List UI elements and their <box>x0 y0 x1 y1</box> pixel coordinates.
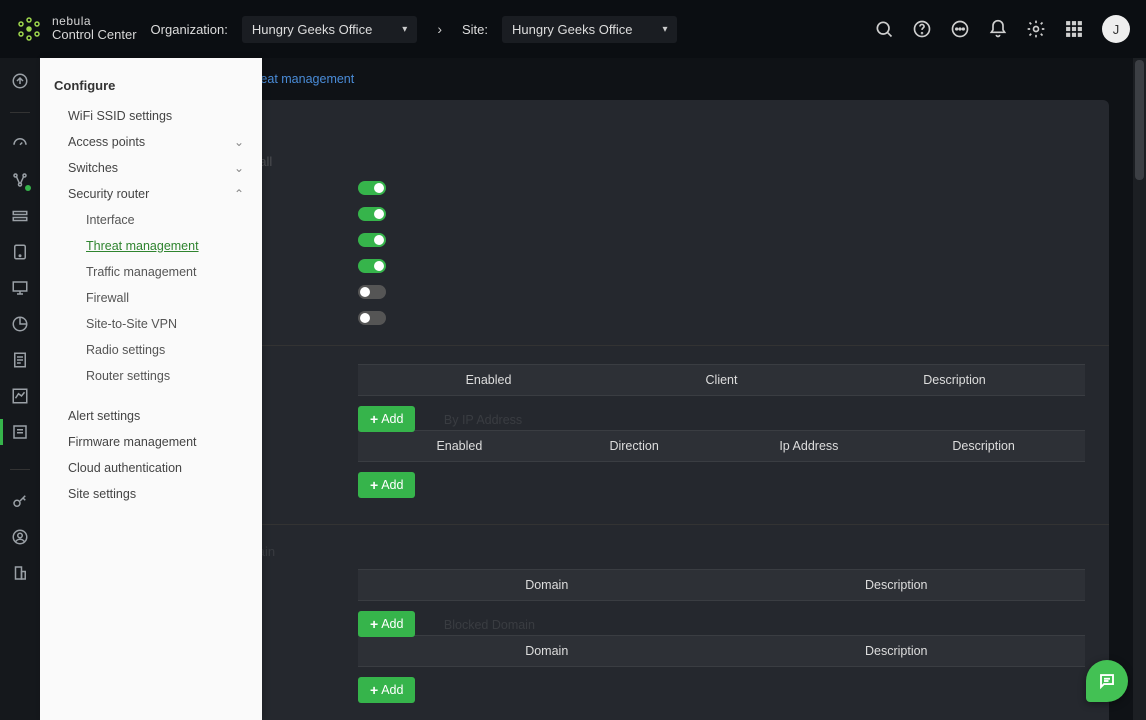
devices-icon[interactable] <box>11 207 29 225</box>
user-icon[interactable] <box>11 528 29 546</box>
plus-icon: + <box>370 683 378 697</box>
chevron-right-icon[interactable]: › <box>431 21 448 37</box>
scrollbar[interactable] <box>1133 58 1146 720</box>
by-ip-label: By IP Address <box>420 413 690 427</box>
configure-icon[interactable] <box>11 423 29 441</box>
monitor-icon[interactable] <box>11 279 29 297</box>
sidebar-item-access-points[interactable]: Access points⌄ <box>40 129 262 155</box>
apps-grid-icon[interactable] <box>1064 19 1084 39</box>
allowed-domain-table: Domain Description <box>358 569 1085 601</box>
org-selector[interactable]: Hungry Geeks Office ▾ <box>242 16 417 43</box>
sidebar-item-traffic-management[interactable]: Traffic management <box>40 259 262 285</box>
brand-text: nebula Control Center <box>52 15 137 42</box>
chevron-up-icon: ⌃ <box>234 187 244 201</box>
plus-icon: + <box>370 617 378 631</box>
avatar[interactable]: J <box>1102 15 1130 43</box>
key-icon[interactable] <box>11 492 29 510</box>
chevron-down-icon: ⌄ <box>234 161 244 175</box>
org-value: Hungry Geeks Office <box>252 22 372 37</box>
sidebar-item-alert-settings[interactable]: Alert settings <box>40 403 262 429</box>
brand-block: nebula Control Center <box>16 15 137 42</box>
plus-icon: + <box>370 412 378 426</box>
toggle-intrusion-detection[interactable] <box>358 207 386 221</box>
sidebar-item-cloud-authentication[interactable]: Cloud authentication <box>40 455 262 481</box>
pie-icon[interactable] <box>11 315 29 333</box>
chevron-down-icon: ▾ <box>662 24 667 35</box>
toggle-anti-malware[interactable] <box>358 181 386 195</box>
blocked-domain-label: Blocked Domain <box>420 618 690 632</box>
report-icon[interactable] <box>11 351 29 369</box>
th-description: Description <box>838 373 1071 387</box>
chart-icon[interactable] <box>11 387 29 405</box>
add-allowed-button[interactable]: +Add <box>358 611 415 637</box>
sidebar-item-security-router[interactable]: Security router⌃ <box>40 181 262 207</box>
clients-icon[interactable] <box>11 243 29 261</box>
th-enabled: Enabled <box>372 373 605 387</box>
configure-panel: Configure WiFi SSID settings Access poin… <box>40 58 262 720</box>
top-header: nebula Control Center Organization: Hung… <box>0 0 1146 58</box>
toggle-url-threat-filter[interactable] <box>358 259 386 273</box>
more-icon[interactable] <box>950 19 970 39</box>
site-selector[interactable]: Hungry Geeks Office ▾ <box>502 16 677 43</box>
chat-fab[interactable] <box>1086 660 1128 702</box>
add-client-button[interactable]: +Add <box>358 406 415 432</box>
dashboard-icon[interactable] <box>11 135 29 153</box>
ip-table: Enabled Direction Ip Address Description <box>358 430 1085 462</box>
sidebar-item-site-to-site-vpn[interactable]: Site-to-Site VPN <box>40 311 262 337</box>
sidebar-item-router-settings[interactable]: Router settings <box>40 363 262 389</box>
sidebar-item-wifi-ssid[interactable]: WiFi SSID settings <box>40 103 262 129</box>
toggle-sandboxing[interactable] <box>358 285 386 299</box>
toggle-web-content-protection[interactable] <box>358 311 386 325</box>
th-domain: Domain <box>372 644 722 658</box>
th-description: Description <box>722 644 1072 658</box>
upload-icon[interactable] <box>11 72 29 90</box>
network-icon[interactable] <box>11 171 29 189</box>
th-description: Description <box>896 439 1071 453</box>
search-icon[interactable] <box>874 19 894 39</box>
plus-icon: + <box>370 478 378 492</box>
help-icon[interactable] <box>912 19 932 39</box>
building-icon[interactable] <box>11 564 29 582</box>
nav-rail <box>0 58 40 720</box>
panel-title: Configure <box>40 78 262 103</box>
th-enabled: Enabled <box>372 439 547 453</box>
sidebar-item-switches[interactable]: Switches⌄ <box>40 155 262 181</box>
th-direction: Direction <box>547 439 722 453</box>
sidebar-item-site-settings[interactable]: Site settings <box>40 481 262 507</box>
sidebar-item-radio-settings[interactable]: Radio settings <box>40 337 262 363</box>
scrollbar-thumb[interactable] <box>1135 60 1144 180</box>
nebula-logo-icon <box>16 16 42 42</box>
site-value: Hungry Geeks Office <box>512 22 632 37</box>
add-blocked-button[interactable]: +Add <box>358 677 415 703</box>
chevron-down-icon: ▾ <box>402 24 407 35</box>
blocked-domain-table: Domain Description <box>358 635 1085 667</box>
chevron-down-icon: ⌄ <box>234 135 244 149</box>
bell-icon[interactable] <box>988 19 1008 39</box>
sidebar-item-threat-management[interactable]: Threat management <box>40 233 262 259</box>
org-label: Organization: <box>151 22 228 37</box>
th-ip: Ip Address <box>722 439 897 453</box>
sidebar-item-firewall[interactable]: Firewall <box>40 285 262 311</box>
gear-icon[interactable] <box>1026 19 1046 39</box>
th-client: Client <box>605 373 838 387</box>
client-table: Enabled Client Description <box>358 364 1085 396</box>
th-domain: Domain <box>372 578 722 592</box>
toggle-intrusion-prevention[interactable] <box>358 233 386 247</box>
sidebar-item-interface[interactable]: Interface <box>40 207 262 233</box>
sidebar-item-firmware-management[interactable]: Firmware management <box>40 429 262 455</box>
site-label: Site: <box>462 22 488 37</box>
th-description: Description <box>722 578 1072 592</box>
add-ip-button[interactable]: +Add <box>358 472 415 498</box>
brand-line2: Control Center <box>52 28 137 42</box>
